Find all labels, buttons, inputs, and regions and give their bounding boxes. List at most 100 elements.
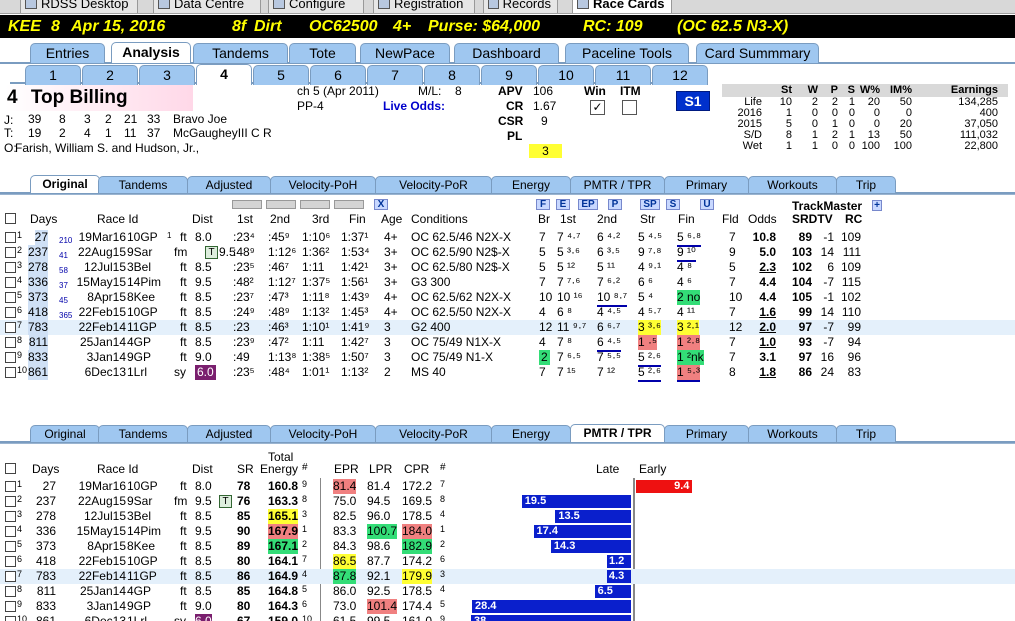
row-checkbox[interactable]: [5, 337, 16, 348]
sub-tab-original[interactable]: Original: [30, 175, 100, 193]
app-tab-configure[interactable]: Configure: [268, 0, 364, 13]
sub-tab-energy[interactable]: Energy: [491, 425, 571, 442]
row-checkbox[interactable]: [5, 601, 16, 612]
row-checkbox[interactable]: [5, 232, 16, 243]
row-checkbox[interactable]: [5, 496, 16, 507]
pmtr-row[interactable]: 5 373 8Apr15 8Kee ft 8.5 89 167.1 2 84.3 98.6 182.9…: [0, 539, 1015, 554]
app-tab-race-cards[interactable]: Race Cards: [572, 0, 672, 13]
row-checkbox[interactable]: [5, 292, 16, 303]
pmtr-row[interactable]: 7 783 22Feb14 11GP ft 8.5 86 164.9 4 87.8 92.1 179.…: [0, 569, 1015, 584]
pace-filter-ep[interactable]: EP: [578, 199, 598, 210]
sub-tab-trip[interactable]: Trip: [836, 176, 896, 193]
sub-tab-velocity-poh[interactable]: Velocity-PoH: [270, 425, 376, 442]
app-tab-data-centre[interactable]: Data Centre: [153, 0, 261, 13]
trackmaster-plus-button[interactable]: +: [872, 200, 882, 211]
row-checkbox[interactable]: [5, 586, 16, 597]
app-tab-registration[interactable]: Registration: [373, 0, 475, 13]
pmtr-row[interactable]: 6 418 22Feb15 10GP ft 8.5 80 164.1 7 86.5 87.7 174.…: [0, 554, 1015, 569]
sub-tab-velocity-por[interactable]: Velocity-PoR: [375, 425, 492, 442]
column-toggle-button[interactable]: [300, 200, 330, 209]
sub-tab-velocity-poh[interactable]: Velocity-PoH: [270, 176, 376, 193]
row-checkbox[interactable]: [5, 571, 16, 582]
pmtr-row[interactable]: 1 27 19Mar16 10GP ft 8.0 78 160.8 9 81.4 81.4 172.2…: [0, 479, 1015, 494]
past-race-row[interactable]: 10 861 6Dec13 1Lrl sy 6.0:23⁵:48⁴ 1:01¹ 1:13² 2 M…: [0, 365, 1015, 382]
row-checkbox[interactable]: [5, 247, 16, 258]
sub-tab-primary[interactable]: Primary: [664, 176, 749, 193]
sub-tab-trip[interactable]: Trip: [836, 425, 896, 442]
s1-button[interactable]: S1: [676, 91, 710, 111]
sub-tab-adjusted[interactable]: Adjusted: [187, 176, 271, 193]
sub-tab-tandems[interactable]: Tandems: [98, 425, 188, 442]
sub-tab-tandems[interactable]: Tandems: [98, 176, 188, 193]
pace-filter-p[interactable]: P: [608, 199, 622, 210]
pmtr-row[interactable]: 2 237 22Aug15 9Sar fm T 9.5 76 163.3 8 75.0 94.5 169…: [0, 494, 1015, 509]
past-race-row[interactable]: 4 336 37 15May15 14Pim ft 9.5:48² 1:12⁷ 1:37⁵ 1:5…: [0, 275, 1015, 290]
pace-filter-f[interactable]: F: [536, 199, 550, 210]
pmtr-row[interactable]: 9 833 3Jan14 9GP ft 9.0 80 164.3 6 73.0 101.4 174.4…: [0, 599, 1015, 614]
row-checkbox[interactable]: [5, 277, 16, 288]
horse-tab-11[interactable]: 11: [595, 65, 651, 85]
row-checkbox[interactable]: [5, 541, 16, 552]
pace-filter-s[interactable]: S: [666, 199, 680, 210]
row-checkbox[interactable]: [5, 556, 16, 567]
itm-checkbox[interactable]: [622, 100, 637, 115]
horse-tab-5[interactable]: 5: [253, 65, 309, 85]
horse-tab-3[interactable]: 3: [139, 65, 195, 85]
sub-tab-workouts[interactable]: Workouts: [748, 425, 837, 442]
main-tab-newpace[interactable]: NewPace: [360, 43, 450, 63]
row-checkbox[interactable]: [5, 352, 16, 363]
sub-tab-adjusted[interactable]: Adjusted: [187, 425, 271, 442]
row-checkbox[interactable]: [5, 481, 16, 492]
main-tab-paceline-tools[interactable]: Paceline Tools: [565, 43, 689, 63]
sub-tab-pmtr-tpr[interactable]: PMTR / TPR: [570, 176, 665, 193]
trainer-name[interactable]: McGaugheyIII C R: [173, 126, 272, 140]
past-race-row[interactable]: 9 833 3Jan14 9GP ft 9.0:49 1:13⁸ 1:38⁵ 1:50⁷ 3 OC …: [0, 350, 1015, 367]
row-checkbox[interactable]: [5, 526, 16, 537]
pmtr-row[interactable]: 8 811 25Jan14 4GP ft 8.5 85 164.8 5 86.0 92.5 178.5…: [0, 584, 1015, 599]
row-checkbox[interactable]: [5, 322, 16, 333]
horse-tab-9[interactable]: 9: [481, 65, 537, 85]
pace-filter-e[interactable]: E: [556, 199, 570, 210]
past-race-row[interactable]: 3 278 58 12Jul15 3Bel ft 8.5:23⁵:46⁷ 1:11 1:42¹ 3…: [0, 260, 1015, 275]
past-race-row[interactable]: 6 418 365 22Feb15 10GP ft 8.5:24⁹:48⁹ 1:13² 1:45…: [0, 305, 1015, 320]
horse-tab-2[interactable]: 2: [82, 65, 138, 85]
app-tab-records[interactable]: Records: [483, 0, 558, 13]
main-tab-analysis[interactable]: Analysis: [111, 42, 191, 63]
main-tab-card-summmary[interactable]: Card Summmary: [696, 43, 819, 63]
main-tab-tandems[interactable]: Tandems: [193, 43, 288, 63]
column-toggle-button[interactable]: [232, 200, 262, 209]
column-toggle-button[interactable]: [334, 200, 364, 209]
row-checkbox[interactable]: [5, 307, 16, 318]
horse-tab-12[interactable]: 12: [652, 65, 708, 85]
horse-tab-10[interactable]: 10: [538, 65, 594, 85]
select-all-checkbox[interactable]: [5, 213, 16, 224]
main-tab-dashboard[interactable]: Dashboard: [454, 43, 559, 63]
horse-tab-4[interactable]: 4: [196, 64, 252, 85]
row-checkbox[interactable]: [5, 262, 16, 273]
sub-tab-velocity-por[interactable]: Velocity-PoR: [375, 176, 492, 193]
pmtr-row[interactable]: 10 861 6Dec13 1Lrl sy 6.0 67 159.0 10 61.5 99.5 161…: [0, 614, 1015, 621]
main-tab-entries[interactable]: Entries: [30, 43, 105, 63]
past-race-row[interactable]: 1 27 210 19Mar16 10GP 1 ft 8.0:23⁴:45⁹ 1:10⁶ 1:37…: [0, 230, 1015, 247]
sub-tab-energy[interactable]: Energy: [491, 176, 571, 193]
horse-tab-7[interactable]: 7: [367, 65, 423, 85]
sub-tab-original[interactable]: Original: [30, 425, 100, 442]
past-race-row[interactable]: 7 783 22Feb14 11GP ft 8.5:23:46³ 1:10¹ 1:41⁹ 3 G2…: [0, 320, 1015, 335]
x-button[interactable]: X: [374, 199, 388, 210]
past-race-row[interactable]: 5 373 45 8Apr15 8Kee ft 8.5:23⁷:47³ 1:11⁸ 1:43⁹ 4…: [0, 290, 1015, 307]
app-tab-rdss-desktop[interactable]: RDSS Desktop: [20, 0, 138, 13]
pmtr-row[interactable]: 4 336 15May15 14Pim ft 9.5 90 167.9 1 83.3 100.7 18…: [0, 524, 1015, 539]
past-race-row[interactable]: 8 811 25Jan14 4GP ft 8.5:23⁹:47² 1:11 1:42⁷ 3 OC …: [0, 335, 1015, 352]
pace-filter-u[interactable]: U: [700, 199, 714, 210]
row-checkbox[interactable]: [5, 616, 16, 621]
pmtr-row[interactable]: 3 278 12Jul15 3Bel ft 8.5 85 165.1 3 82.5 96.0 178.…: [0, 509, 1015, 524]
horse-tab-1[interactable]: 1: [25, 65, 81, 85]
row-checkbox[interactable]: [5, 511, 16, 522]
select-all-checkbox-pmtr[interactable]: [5, 463, 16, 474]
horse-tab-8[interactable]: 8: [424, 65, 480, 85]
pace-filter-sp[interactable]: SP: [640, 199, 660, 210]
row-checkbox[interactable]: [5, 367, 16, 378]
jockey-name[interactable]: Bravo Joe: [173, 112, 227, 126]
column-toggle-button[interactable]: [266, 200, 296, 209]
past-race-row[interactable]: 2 237 41 22Aug15 9Sar fm T 9.5:48⁹ 1:12⁶ 1:36² 1:5…: [0, 245, 1015, 262]
